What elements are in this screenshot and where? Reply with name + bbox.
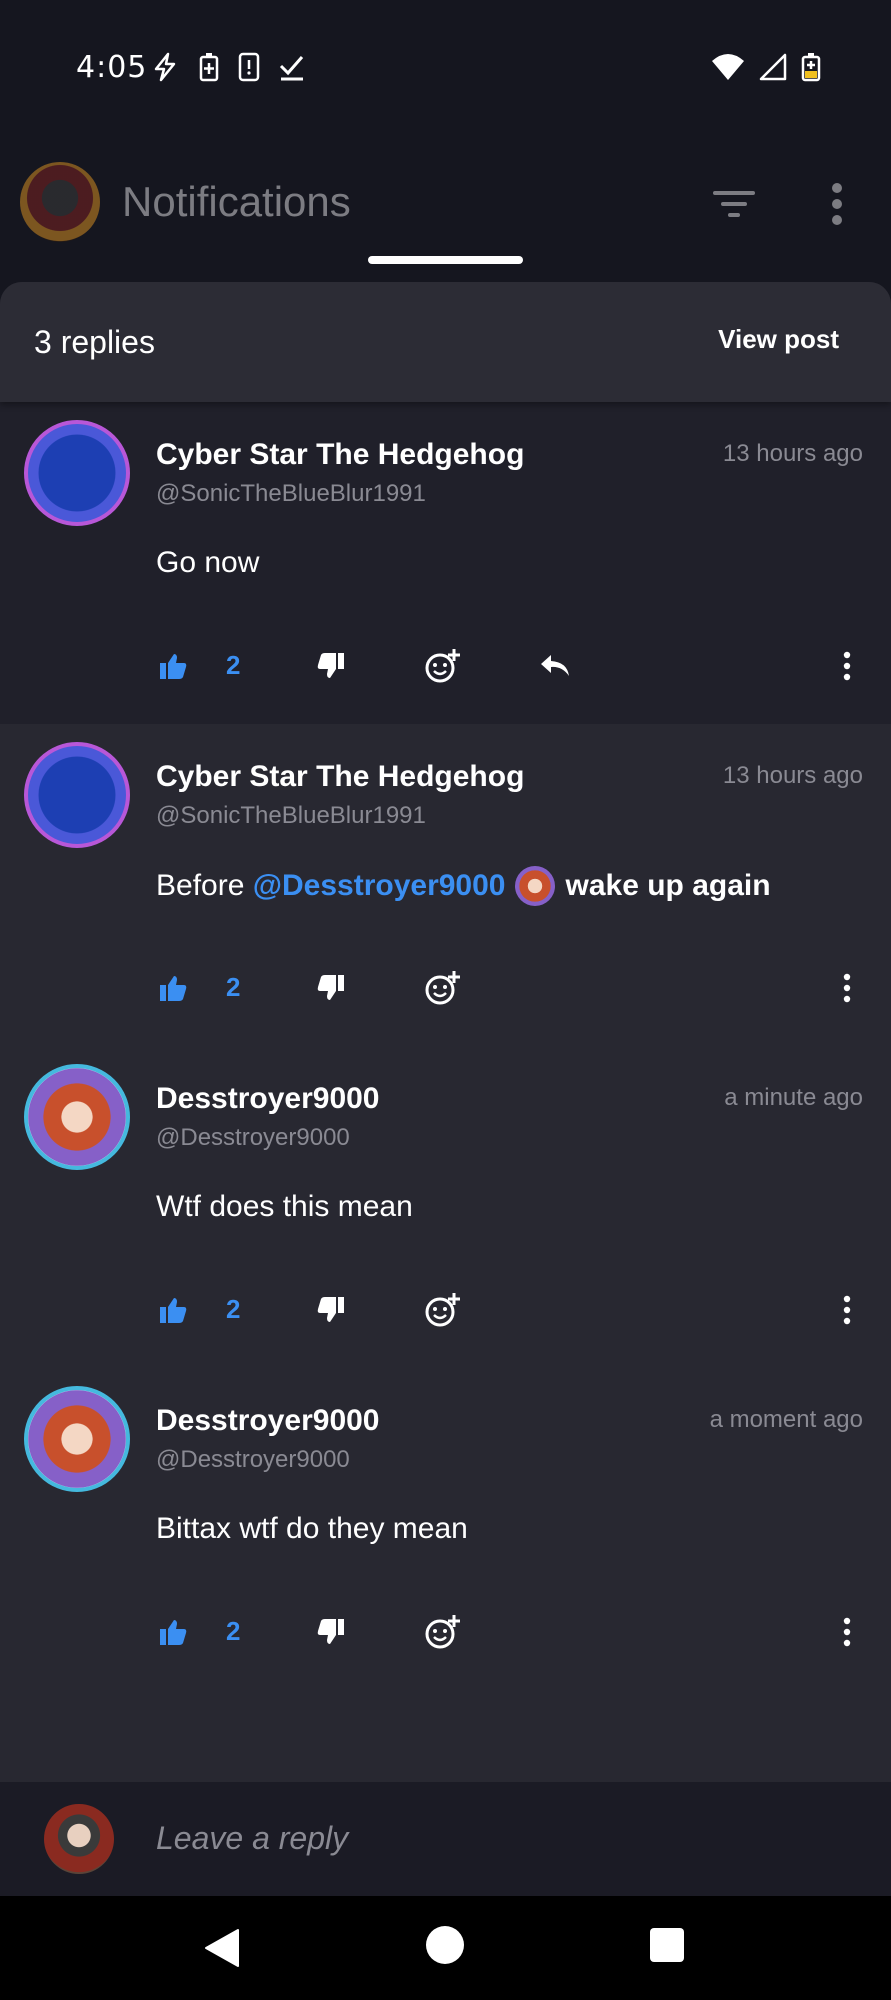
- signal-icon: [759, 53, 787, 81]
- app-header: Notifications: [0, 140, 891, 280]
- avatar: [44, 1804, 114, 1874]
- like-count: 2: [226, 1616, 241, 1646]
- status-icons-right: [711, 52, 821, 82]
- comment-actions: 2: [0, 1608, 891, 1658]
- more-vert-icon[interactable]: [842, 1612, 852, 1652]
- comment-item: Desstroyer9000 @Desstroyer9000 a moment …: [0, 1368, 891, 1690]
- more-vert-icon[interactable]: [842, 1290, 852, 1330]
- comment-body: Before @Desstroyer9000 wake up again: [156, 866, 771, 906]
- sheet-header: 3 replies View post: [0, 282, 891, 402]
- flash-icon: [154, 52, 176, 82]
- home-icon[interactable]: [426, 1926, 464, 1964]
- comment-author-handle[interactable]: @SonicTheBlueBlur1991: [156, 802, 426, 830]
- thumbs-up-icon[interactable]: [158, 646, 188, 686]
- thumbs-down-icon[interactable]: [316, 1612, 346, 1652]
- filter-icon[interactable]: [712, 184, 756, 224]
- comment-author-name[interactable]: Desstroyer9000: [156, 1082, 380, 1116]
- comment-text: Before: [156, 869, 253, 902]
- comment-timestamp: 13 hours ago: [722, 762, 863, 789]
- add-reaction-icon[interactable]: [424, 1612, 462, 1652]
- comment-body: Bittax wtf do they mean: [156, 1512, 468, 1546]
- check-icon: [279, 56, 304, 81]
- comment-actions: 2: [0, 1286, 891, 1336]
- status-bar: 4:05: [0, 0, 891, 140]
- wifi-icon: [712, 54, 744, 80]
- thumbs-up-icon[interactable]: [158, 1612, 188, 1652]
- comment-actions: 2: [0, 964, 891, 1014]
- comment-author-handle[interactable]: @SonicTheBlueBlur1991: [156, 480, 426, 508]
- status-icons-left: [150, 52, 306, 82]
- comment-body: Go now: [156, 546, 259, 580]
- more-vert-icon[interactable]: [842, 646, 852, 686]
- mention-link[interactable]: @Desstroyer9000: [253, 869, 506, 903]
- comment-item: Cyber Star The Hedgehog @SonicTheBlueBlu…: [0, 402, 891, 724]
- battery-charging-icon: [801, 53, 821, 82]
- device-alert-icon: [238, 52, 260, 82]
- comment-author-handle[interactable]: @Desstroyer9000: [156, 1446, 350, 1474]
- comment-text: wake up again: [565, 869, 771, 902]
- comment-text: Wtf does this mean: [156, 1190, 413, 1223]
- comment-timestamp: 13 hours ago: [722, 440, 863, 467]
- avatar[interactable]: [24, 1386, 130, 1492]
- profile-avatar[interactable]: [20, 162, 100, 242]
- comment-author-name[interactable]: Desstroyer9000: [156, 1404, 380, 1438]
- replies-count: 3 replies: [34, 324, 155, 360]
- more-vert-icon[interactable]: [830, 182, 844, 226]
- comment-text: Bittax wtf do they mean: [156, 1512, 468, 1545]
- add-reaction-icon[interactable]: [424, 968, 462, 1008]
- system-nav-bar: [0, 1896, 891, 2000]
- comment-author-handle[interactable]: @Desstroyer9000: [156, 1124, 350, 1152]
- like-count: 2: [226, 972, 241, 1002]
- view-post-button[interactable]: View post: [718, 324, 839, 355]
- reply-icon[interactable]: [538, 646, 572, 686]
- thumbs-down-icon[interactable]: [316, 968, 346, 1008]
- like-count: 2: [226, 650, 241, 680]
- add-reaction-icon[interactable]: [424, 1290, 462, 1330]
- thumbs-up-icon[interactable]: [158, 1290, 188, 1330]
- avatar[interactable]: [24, 420, 130, 526]
- status-time: 4:05: [76, 50, 148, 85]
- comment-item: Desstroyer9000 @Desstroyer9000 a minute …: [0, 1046, 891, 1368]
- comment-body: Wtf does this mean: [156, 1190, 413, 1224]
- more-vert-icon[interactable]: [842, 968, 852, 1008]
- comment-timestamp: a moment ago: [709, 1406, 863, 1433]
- back-icon[interactable]: [204, 1928, 240, 1968]
- avatar[interactable]: [24, 1064, 130, 1170]
- comment-author-name[interactable]: Cyber Star The Hedgehog: [156, 760, 524, 794]
- reply-bar: Leave a reply: [0, 1782, 891, 1896]
- comment-author-name[interactable]: Cyber Star The Hedgehog: [156, 438, 524, 472]
- like-count: 2: [226, 1294, 241, 1324]
- thumbs-up-icon[interactable]: [158, 968, 188, 1008]
- replies-sheet: 3 replies View post Cyber Star The Hedge…: [0, 282, 891, 1782]
- battery-saver-icon: [199, 53, 219, 82]
- mention-avatar: [515, 866, 556, 906]
- comment-item: Cyber Star The Hedgehog @SonicTheBlueBlu…: [0, 724, 891, 1046]
- thumbs-down-icon[interactable]: [316, 1290, 346, 1330]
- add-reaction-icon[interactable]: [424, 646, 462, 686]
- reply-input[interactable]: Leave a reply: [156, 1820, 348, 1857]
- avatar[interactable]: [24, 742, 130, 848]
- thumbs-down-icon[interactable]: [316, 646, 346, 686]
- notifications-screen: 4:05 Notifications 3 replies View post C…: [0, 0, 891, 2000]
- comment-actions: 2: [0, 642, 891, 692]
- comment-timestamp: a minute ago: [724, 1084, 863, 1111]
- page-title: Notifications: [122, 178, 351, 225]
- recents-icon[interactable]: [650, 1928, 684, 1962]
- drag-handle[interactable]: [368, 256, 523, 264]
- comment-text: Go now: [156, 546, 260, 579]
